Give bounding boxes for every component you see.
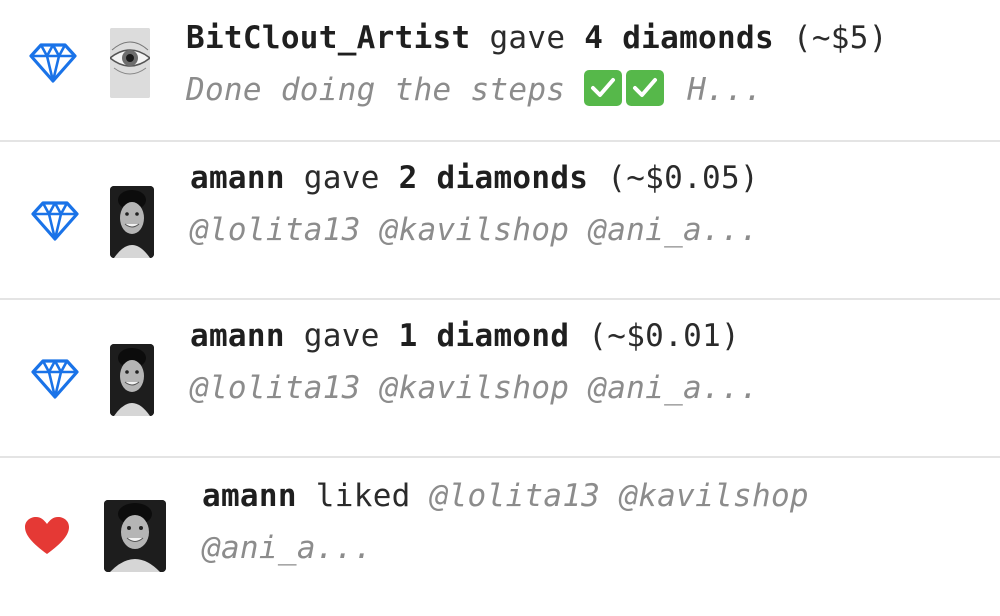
preview-text-tail: H... (687, 72, 764, 108)
notification-row[interactable]: BitClout_Artist gave 4 diamonds (~$5) Do… (0, 0, 1000, 142)
diamond-value: (~$0.05) (607, 160, 759, 196)
action-verb: gave (303, 160, 380, 196)
diamond-amount: 1 diamond (398, 318, 570, 354)
notification-row[interactable]: amann gave 1 diamond (~$0.01) @lolita13 … (0, 300, 1000, 458)
diamond-amount: 4 diamonds (584, 20, 774, 56)
post-preview[interactable]: @ani_a... (202, 526, 809, 570)
notification-row[interactable]: amann gave 2 diamonds (~$0.05) @lolita13… (0, 142, 1000, 300)
notification-row[interactable]: amann liked @lolita13 @kavilshop @ani_a.… (0, 458, 1000, 616)
check-emoji-icon (626, 70, 665, 106)
avatar[interactable] (110, 344, 154, 416)
diamond-amount: 2 diamonds (398, 160, 589, 196)
post-preview[interactable]: @lolita13 @kavilshop @ani_a... (190, 208, 759, 252)
post-preview[interactable]: Done doing the steps H... (186, 68, 888, 112)
preview-text: Done doing the steps (186, 72, 566, 108)
notification-list: BitClout_Artist gave 4 diamonds (~$5) Do… (0, 0, 1000, 616)
check-emoji-icon (584, 70, 623, 106)
diamond-icon (28, 42, 78, 84)
username[interactable]: BitClout_Artist (186, 20, 470, 56)
post-preview[interactable]: @lolita13 @kavilshop @ani_a... (190, 366, 759, 410)
avatar[interactable] (110, 186, 154, 258)
action-verb: liked (315, 478, 411, 514)
diamond-icon (30, 200, 80, 242)
diamond-value: (~$5) (792, 20, 888, 56)
username[interactable]: amann (202, 478, 297, 514)
action-verb: gave (303, 318, 380, 354)
username[interactable]: amann (190, 160, 285, 196)
avatar[interactable] (110, 28, 150, 98)
diamond-icon (30, 358, 80, 400)
action-verb: gave (489, 20, 566, 56)
avatar[interactable] (104, 500, 166, 572)
heart-icon (24, 516, 70, 556)
diamond-value: (~$0.01) (588, 318, 740, 354)
username[interactable]: amann (190, 318, 285, 354)
mention-link[interactable]: @lolita13 @kavilshop (430, 478, 809, 514)
